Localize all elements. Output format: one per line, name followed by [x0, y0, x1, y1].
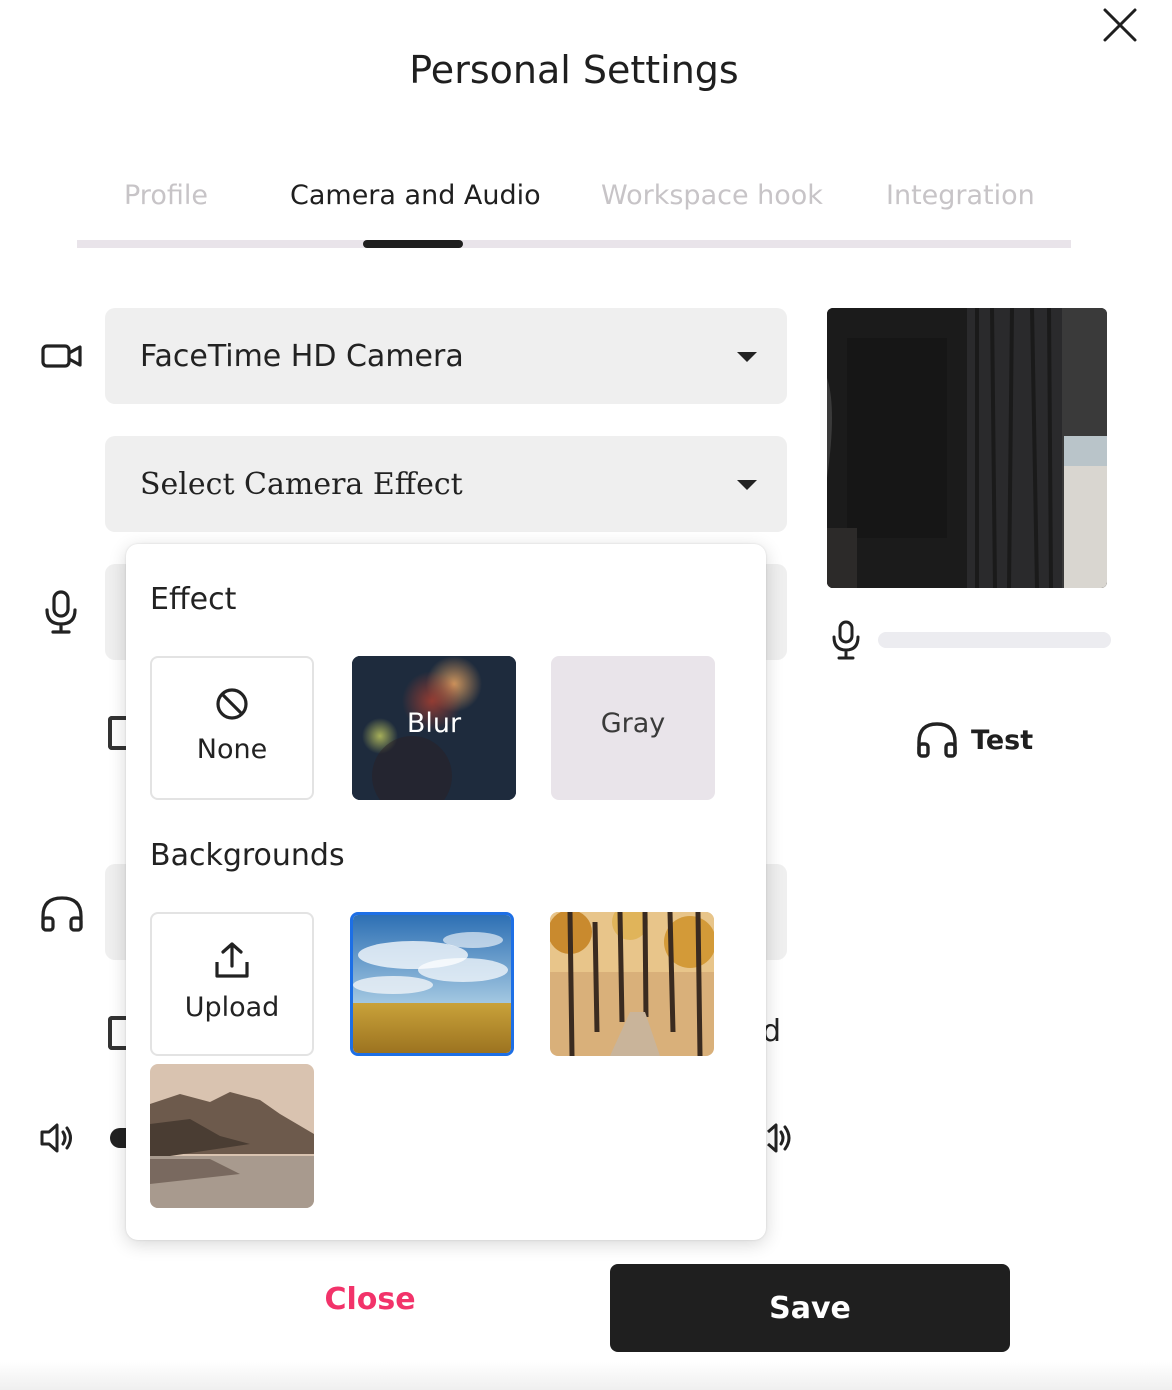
tabs-track — [77, 240, 1071, 248]
test-label: Test — [971, 724, 1034, 756]
tab-integration[interactable]: Integration — [886, 180, 1035, 211]
backgrounds-heading: Backgrounds — [150, 838, 345, 873]
microphone-icon — [830, 620, 862, 660]
test-audio-button[interactable]: Test — [915, 718, 1033, 762]
effect-blur-label: Blur — [406, 708, 462, 739]
effect-none-tile[interactable]: None — [150, 656, 314, 800]
effect-gray-tile[interactable]: Gray — [551, 656, 715, 800]
effect-none-label: None — [196, 734, 268, 765]
video-camera-icon — [38, 332, 86, 380]
headphones-icon — [917, 722, 957, 758]
camera-effect-select[interactable]: Select Camera Effect — [105, 436, 787, 532]
effect-gray-label: Gray — [600, 708, 666, 739]
ban-icon — [216, 688, 248, 720]
effect-blur-tile[interactable]: Blur — [352, 656, 516, 800]
effect-heading: Effect — [150, 582, 237, 617]
tab-camera-and-audio[interactable]: Camera and Audio — [290, 180, 541, 211]
camera-effect-placeholder: Select Camera Effect — [140, 466, 463, 502]
upload-background-tile[interactable]: Upload — [150, 912, 314, 1056]
autumn-forest-thumbnail — [550, 912, 714, 1056]
chevron-down-icon — [737, 480, 757, 490]
chevron-down-icon — [737, 352, 757, 362]
upload-icon — [215, 942, 249, 978]
camera-preview — [827, 308, 1107, 588]
save-button[interactable]: Save — [610, 1264, 1010, 1352]
mic-level-meter — [878, 632, 1111, 648]
tab-profile[interactable]: Profile — [124, 180, 208, 211]
active-tab-indicator — [363, 240, 463, 248]
close-icon — [1103, 8, 1137, 42]
camera-effect-popup: Effect None Blur Gray Backgrounds Upload — [126, 544, 766, 1240]
headphones-icon — [38, 890, 86, 938]
upload-label: Upload — [184, 992, 280, 1023]
camera-select-value: FaceTime HD Camera — [140, 338, 464, 374]
close-button[interactable]: Close — [300, 1282, 440, 1317]
microphone-icon — [38, 588, 86, 636]
page-title: Personal Settings — [409, 48, 739, 92]
close-dialog-button[interactable] — [1100, 5, 1140, 45]
volume-low-icon — [38, 1120, 78, 1156]
bottom-shade — [0, 1362, 1172, 1390]
tab-workspace-hook[interactable]: Workspace hook — [601, 180, 823, 211]
mountain-lake-thumbnail — [150, 1064, 314, 1208]
volume-high-icon — [762, 1120, 798, 1156]
background-mountain-lake-tile[interactable] — [150, 1064, 314, 1208]
background-autumn-forest-tile[interactable] — [550, 912, 714, 1056]
camera-select[interactable]: FaceTime HD Camera — [105, 308, 787, 404]
background-sky-field-tile[interactable] — [350, 912, 514, 1056]
sky-field-thumbnail — [353, 915, 511, 1053]
